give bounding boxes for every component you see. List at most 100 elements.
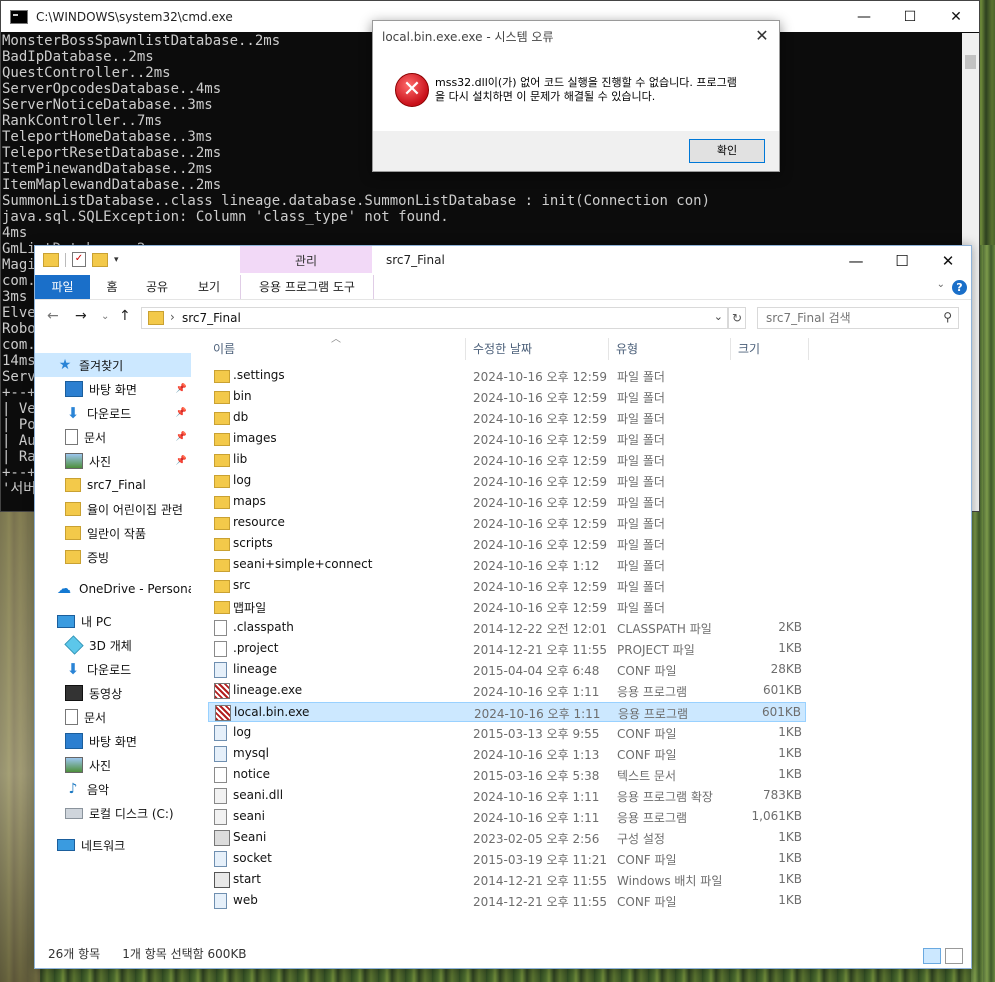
file-row[interactable]: mysql 2024-10-16 오후 1:13 CONF 파일 1KB [208, 744, 806, 764]
ok-button[interactable]: 확인 [689, 139, 765, 163]
nav-quick-access[interactable]: ★ 즐겨찾기 [35, 353, 191, 377]
large-icons-view-icon[interactable] [945, 948, 963, 964]
file-row[interactable]: socket 2015-03-19 오후 11:21 CONF 파일 1KB [208, 849, 806, 869]
dialog-close-button[interactable]: ✕ [751, 25, 773, 47]
back-arrow-icon[interactable]: ← [47, 308, 59, 324]
new-folder-icon[interactable] [92, 252, 108, 267]
file-row[interactable]: images 2024-10-16 오후 12:59 파일 폴더 [208, 429, 806, 449]
refresh-icon[interactable]: ↻ [728, 307, 746, 329]
recent-locations-icon[interactable]: ⌄ [101, 311, 109, 322]
details-view-icon[interactable] [923, 948, 941, 964]
file-name: seani+simple+connect [233, 557, 373, 571]
pin-icon[interactable]: 📌 [176, 432, 187, 442]
file-row[interactable]: lineage 2015-04-04 오후 6:48 CONF 파일 28KB [208, 660, 806, 680]
context-tab-manage[interactable]: 관리 [240, 246, 372, 273]
error-dialog[interactable]: local.bin.exe.exe - 시스템 오류 ✕ ✕ mss32.dll… [372, 20, 780, 172]
nav-pc-downloads[interactable]: ⬇ 다운로드 [35, 657, 191, 681]
help-icon[interactable]: ? [952, 280, 967, 295]
nav-pc-pictures[interactable]: 사진 [35, 753, 191, 777]
nav-qa-daycare[interactable]: 율이 어린이집 관련 [35, 497, 191, 521]
file-row[interactable]: start 2014-12-21 오후 11:55 Windows 배치 파일 1KB [208, 870, 806, 890]
nav-network[interactable]: 네트워크 [35, 833, 191, 857]
nav-qa-documents[interactable]: 문서 📌 [35, 425, 191, 449]
file-row[interactable]: seani 2024-10-16 오후 1:11 응용 프로그램 1,061KB [208, 807, 806, 827]
nav-pc-videos[interactable]: 동영상 [35, 681, 191, 705]
file-row[interactable]: log 2024-10-16 오후 12:59 파일 폴더 [208, 471, 806, 491]
search-icon[interactable]: ⚲ [943, 310, 952, 324]
nav-qa-pictures[interactable]: 사진 📌 [35, 449, 191, 473]
file-type: CLASSPATH 파일 [617, 622, 712, 636]
pin-icon[interactable]: 📌 [176, 384, 187, 394]
tab-application-tools[interactable]: 응용 프로그램 도구 [240, 275, 374, 299]
file-date: 2024-10-16 오후 12:59 [473, 538, 608, 552]
address-bar[interactable]: › src7_Final ⌄ [141, 307, 728, 329]
pin-icon[interactable]: 📌 [176, 456, 187, 466]
pin-icon[interactable]: 📌 [176, 408, 187, 418]
nav-qa-downloads[interactable]: ⬇ 다운로드 📌 [35, 401, 191, 425]
file-row[interactable]: lineage.exe 2024-10-16 오후 1:11 응용 프로그램 601K… [208, 681, 806, 701]
nav-pc-documents[interactable]: 문서 [35, 705, 191, 729]
nav-pc-desktop[interactable]: 바탕 화면 [35, 729, 191, 753]
properties-icon[interactable]: ✓ [72, 252, 86, 267]
column-header-type[interactable]: 유형 [608, 336, 726, 362]
file-row[interactable]: Seani 2023-02-05 오후 2:56 구성 설정 1KB [208, 828, 806, 848]
nav-pc-local-disk[interactable]: 로컬 디스크 (C:) [35, 801, 191, 825]
nav-onedrive[interactable]: ☁ OneDrive - Personal [35, 577, 191, 601]
file-row[interactable]: seani+simple+connect 2024-10-16 오후 1:12 파일… [208, 555, 806, 575]
up-arrow-icon[interactable]: ↑ [119, 308, 131, 324]
nav-qa-src7[interactable]: src7_Final [35, 473, 191, 497]
file-row[interactable]: .project 2014-12-21 오후 11:55 PROJECT 파일 1KB [208, 639, 806, 659]
cmd-scroll-thumb[interactable] [965, 55, 976, 69]
search-box[interactable]: ⚲ [757, 307, 959, 329]
breadcrumb[interactable]: src7_Final [182, 311, 241, 325]
tab-home[interactable]: 홈 [97, 275, 127, 299]
file-type: 파일 폴더 [617, 370, 665, 384]
explorer-maximize-button[interactable]: ☐ [879, 246, 925, 276]
forward-arrow-icon[interactable]: → [75, 308, 87, 324]
explorer-close-button[interactable]: ✕ [925, 246, 971, 276]
file-row[interactable]: .settings 2024-10-16 오후 12:59 파일 폴더 [208, 366, 806, 386]
tab-share[interactable]: 공유 [139, 275, 175, 299]
file-row[interactable]: .classpath 2014-12-22 오전 12:01 CLASSPATH 파… [208, 618, 806, 638]
tab-file[interactable]: 파일 [35, 275, 90, 299]
address-dropdown-icon[interactable]: ⌄ [714, 310, 723, 323]
column-header-name[interactable]: 이름 [205, 336, 463, 362]
file-date: 2024-10-16 오후 1:11 [473, 790, 600, 804]
file-row[interactable]: src 2024-10-16 오후 12:59 파일 폴더 [208, 576, 806, 596]
file-row[interactable]: notice 2015-03-16 오후 5:38 텍스트 문서 1KB [208, 765, 806, 785]
minimize-button[interactable]: — [841, 1, 887, 32]
tab-view[interactable]: 보기 [187, 275, 231, 299]
file-row[interactable]: maps 2024-10-16 오후 12:59 파일 폴더 [208, 492, 806, 512]
folder-icon [65, 478, 81, 492]
file-row[interactable]: web 2014-12-21 오후 11:55 CONF 파일 1KB [208, 891, 806, 911]
nav-this-pc[interactable]: 내 PC [35, 609, 191, 633]
nav-qa-artwork[interactable]: 일란이 작품 [35, 521, 191, 545]
nav-qa-desktop[interactable]: 바탕 화면 📌 [35, 377, 191, 401]
explorer-window[interactable]: ✓ ▾ 관리 src7_Final — ☐ ✕ 파일 홈 공유 보기 응용 프로… [34, 245, 972, 969]
dialog-message: mss32.dll이(가) 없어 코드 실행을 진행할 수 없습니다. 프로그램… [435, 76, 765, 104]
file-type: 파일 폴더 [617, 412, 665, 426]
column-header-size[interactable]: 크기 [730, 336, 808, 362]
file-row[interactable]: seani.dll 2024-10-16 오후 1:11 응용 프로그램 확장 783… [208, 786, 806, 806]
file-row[interactable]: local.bin.exe 2024-10-16 오후 1:11 응용 프로그램 60… [208, 702, 806, 722]
file-row[interactable]: scripts 2024-10-16 오후 12:59 파일 폴더 [208, 534, 806, 554]
search-input[interactable] [758, 308, 938, 328]
nav-pc-3d[interactable]: 3D 개체 [35, 633, 191, 657]
explorer-minimize-button[interactable]: — [833, 246, 879, 276]
breadcrumb-chevron-icon[interactable]: › [170, 310, 175, 324]
file-row[interactable]: log 2015-03-13 오후 9:55 CONF 파일 1KB [208, 723, 806, 743]
explorer-titlebar[interactable]: ✓ ▾ 관리 src7_Final — ☐ ✕ [35, 246, 971, 276]
file-row[interactable]: resource 2024-10-16 오후 12:59 파일 폴더 [208, 513, 806, 533]
file-row[interactable]: bin 2024-10-16 오후 12:59 파일 폴더 [208, 387, 806, 407]
file-row[interactable]: lib 2024-10-16 오후 12:59 파일 폴더 [208, 450, 806, 470]
file-row[interactable]: db 2024-10-16 오후 12:59 파일 폴더 [208, 408, 806, 428]
nav-qa-evidence[interactable]: 증빙 [35, 545, 191, 569]
close-button[interactable]: ✕ [933, 1, 979, 32]
nav-pc-music[interactable]: ♪ 음악 [35, 777, 191, 801]
folder-icon [65, 550, 81, 564]
file-row[interactable]: 맵파일 2024-10-16 오후 12:59 파일 폴더 [208, 597, 806, 617]
customize-qat-icon[interactable]: ▾ [114, 255, 119, 265]
chevron-down-icon[interactable]: ⌄ [937, 279, 945, 290]
column-header-date[interactable]: 수정한 날짜 [465, 336, 607, 362]
maximize-button[interactable]: ☐ [887, 1, 933, 32]
